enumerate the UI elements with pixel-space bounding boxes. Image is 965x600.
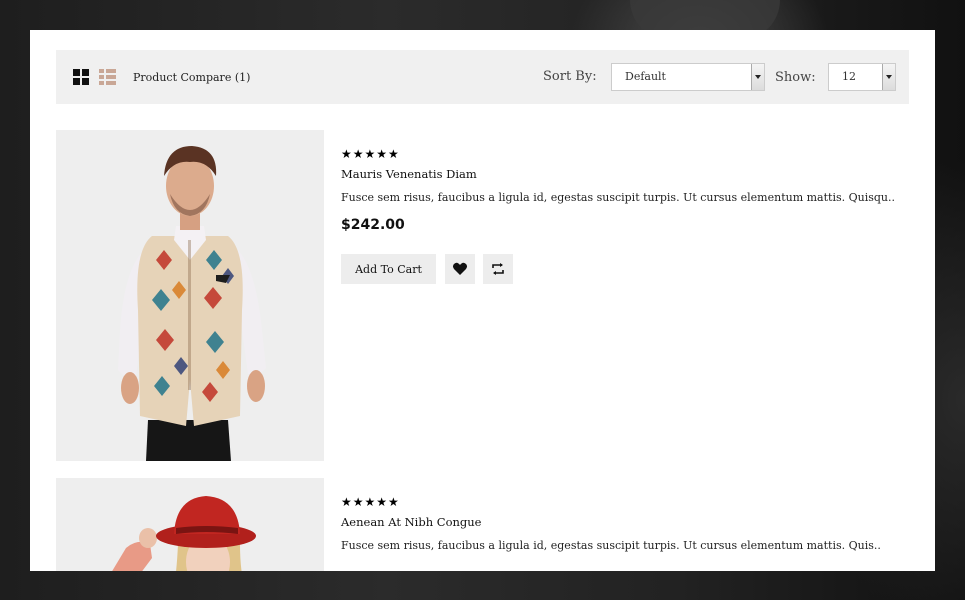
sort-by-select[interactable]: Default xyxy=(611,63,765,91)
show-count-select[interactable]: 12 xyxy=(828,63,896,91)
product-item: ★★★★★ Aenean At Nibh Congue Fusce sem ri… xyxy=(56,478,909,571)
wishlist-button[interactable] xyxy=(445,254,475,284)
sort-by-label: Sort By: xyxy=(543,69,597,84)
chevron-down-icon xyxy=(882,64,895,90)
chevron-down-icon xyxy=(751,64,764,90)
product-photo-vest xyxy=(56,130,324,461)
grid-view-icon[interactable] xyxy=(73,69,90,86)
product-description: Fusce sem risus, faucibus a ligula id, e… xyxy=(341,191,896,204)
product-name[interactable]: Mauris Venenatis Diam xyxy=(341,166,477,182)
product-compare-link[interactable]: Product Compare (1) xyxy=(133,70,250,86)
add-to-cart-button[interactable]: Add To Cart xyxy=(341,254,436,284)
compare-arrows-icon xyxy=(492,263,504,275)
heart-icon xyxy=(453,262,467,275)
compare-button[interactable] xyxy=(483,254,513,284)
product-photo-hat xyxy=(56,478,324,571)
list-view-icon[interactable] xyxy=(99,69,116,86)
product-name[interactable]: Aenean At Nibh Congue xyxy=(341,514,482,530)
sort-by-value: Default xyxy=(625,70,666,83)
product-item: ★★★★★ Mauris Venenatis Diam Fusce sem ri… xyxy=(56,130,909,461)
product-image[interactable] xyxy=(56,478,324,571)
rating-stars: ★★★★★ xyxy=(341,495,400,509)
show-label: Show: xyxy=(775,70,816,85)
listing-toolbar: Product Compare (1) Sort By: Default Sho… xyxy=(56,50,909,104)
product-listing-panel: Product Compare (1) Sort By: Default Sho… xyxy=(30,30,935,571)
rating-stars: ★★★★★ xyxy=(341,147,400,161)
product-price: $242.00 xyxy=(341,217,405,233)
show-count-value: 12 xyxy=(842,70,856,83)
product-image[interactable] xyxy=(56,130,324,461)
product-description: Fusce sem risus, faucibus a ligula id, e… xyxy=(341,539,881,552)
